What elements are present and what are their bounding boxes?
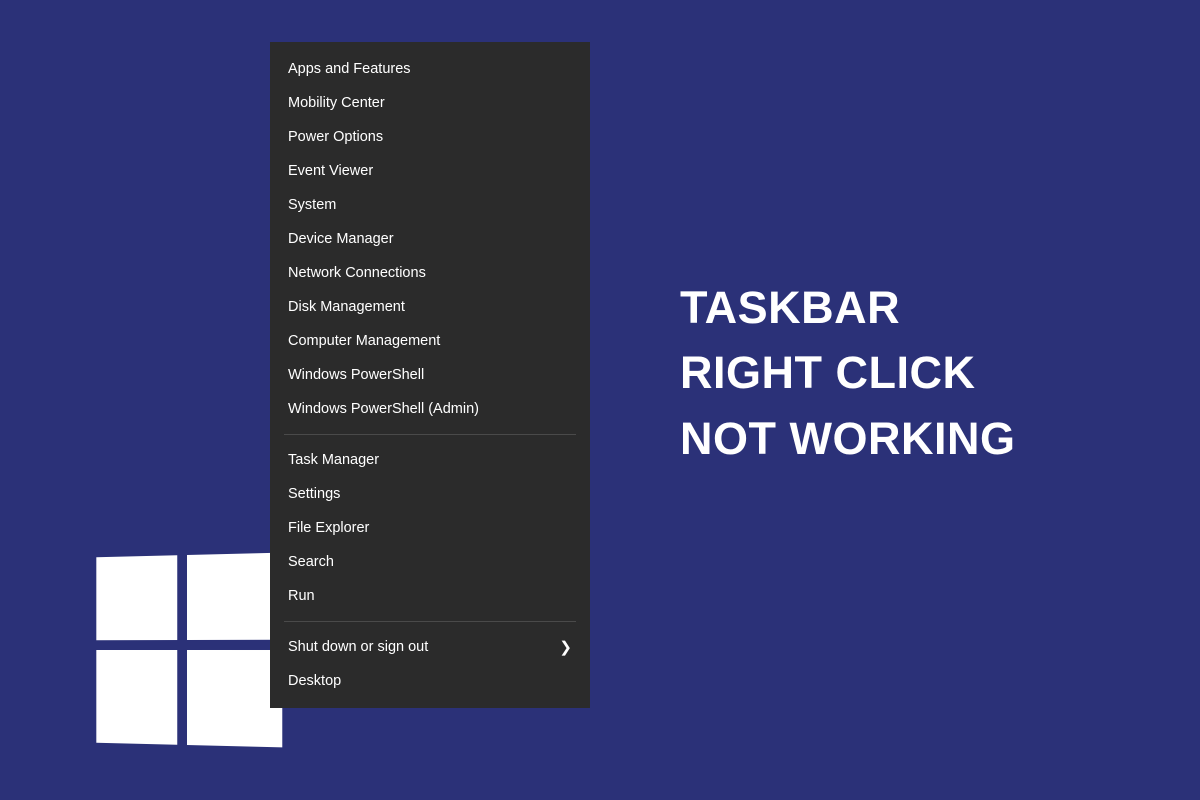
menu-group-3: Shut down or sign out ❯ Desktop	[270, 626, 590, 702]
menu-item-run[interactable]: Run	[270, 579, 590, 613]
menu-item-network-connections[interactable]: Network Connections	[270, 256, 590, 290]
menu-item-label: Desktop	[288, 673, 341, 689]
menu-item-label: Settings	[288, 486, 340, 502]
menu-item-label: Disk Management	[288, 299, 405, 315]
menu-item-label: Mobility Center	[288, 95, 385, 111]
menu-item-label: Power Options	[288, 129, 383, 145]
menu-group-1: Apps and Features Mobility Center Power …	[270, 48, 590, 430]
headline-line: NOT WORKING	[680, 406, 1015, 471]
menu-separator	[284, 621, 576, 622]
headline-line: TASKBAR	[680, 275, 1015, 340]
headline-line: RIGHT CLICK	[680, 340, 1015, 405]
menu-group-2: Task Manager Settings File Explorer Sear…	[270, 439, 590, 617]
menu-item-powershell-admin[interactable]: Windows PowerShell (Admin)	[270, 392, 590, 426]
menu-item-device-manager[interactable]: Device Manager	[270, 222, 590, 256]
menu-item-event-viewer[interactable]: Event Viewer	[270, 154, 590, 188]
menu-item-disk-management[interactable]: Disk Management	[270, 290, 590, 324]
headline-text: TASKBAR RIGHT CLICK NOT WORKING	[680, 275, 1015, 471]
menu-item-label: System	[288, 197, 336, 213]
menu-item-label: File Explorer	[288, 520, 369, 536]
menu-item-computer-management[interactable]: Computer Management	[270, 324, 590, 358]
menu-item-label: Device Manager	[288, 231, 394, 247]
menu-separator	[284, 434, 576, 435]
menu-item-label: Windows PowerShell	[288, 367, 424, 383]
menu-item-label: Network Connections	[288, 265, 426, 281]
menu-item-system[interactable]: System	[270, 188, 590, 222]
menu-item-label: Shut down or sign out	[288, 639, 428, 655]
menu-item-apps-features[interactable]: Apps and Features	[270, 52, 590, 86]
menu-item-label: Task Manager	[288, 452, 379, 468]
menu-item-mobility-center[interactable]: Mobility Center	[270, 86, 590, 120]
menu-item-settings[interactable]: Settings	[270, 477, 590, 511]
menu-item-label: Run	[288, 588, 315, 604]
menu-item-powershell[interactable]: Windows PowerShell	[270, 358, 590, 392]
menu-item-label: Windows PowerShell (Admin)	[288, 401, 479, 417]
windows-logo-icon	[96, 553, 282, 748]
menu-item-desktop[interactable]: Desktop	[270, 664, 590, 698]
menu-item-label: Apps and Features	[288, 61, 411, 77]
menu-item-label: Computer Management	[288, 333, 440, 349]
menu-item-task-manager[interactable]: Task Manager	[270, 443, 590, 477]
menu-item-shutdown[interactable]: Shut down or sign out ❯	[270, 630, 590, 664]
menu-item-power-options[interactable]: Power Options	[270, 120, 590, 154]
menu-item-label: Event Viewer	[288, 163, 373, 179]
menu-item-search[interactable]: Search	[270, 545, 590, 579]
menu-item-file-explorer[interactable]: File Explorer	[270, 511, 590, 545]
chevron-right-icon: ❯	[559, 640, 572, 655]
menu-item-label: Search	[288, 554, 334, 570]
winx-context-menu: Apps and Features Mobility Center Power …	[270, 42, 590, 708]
